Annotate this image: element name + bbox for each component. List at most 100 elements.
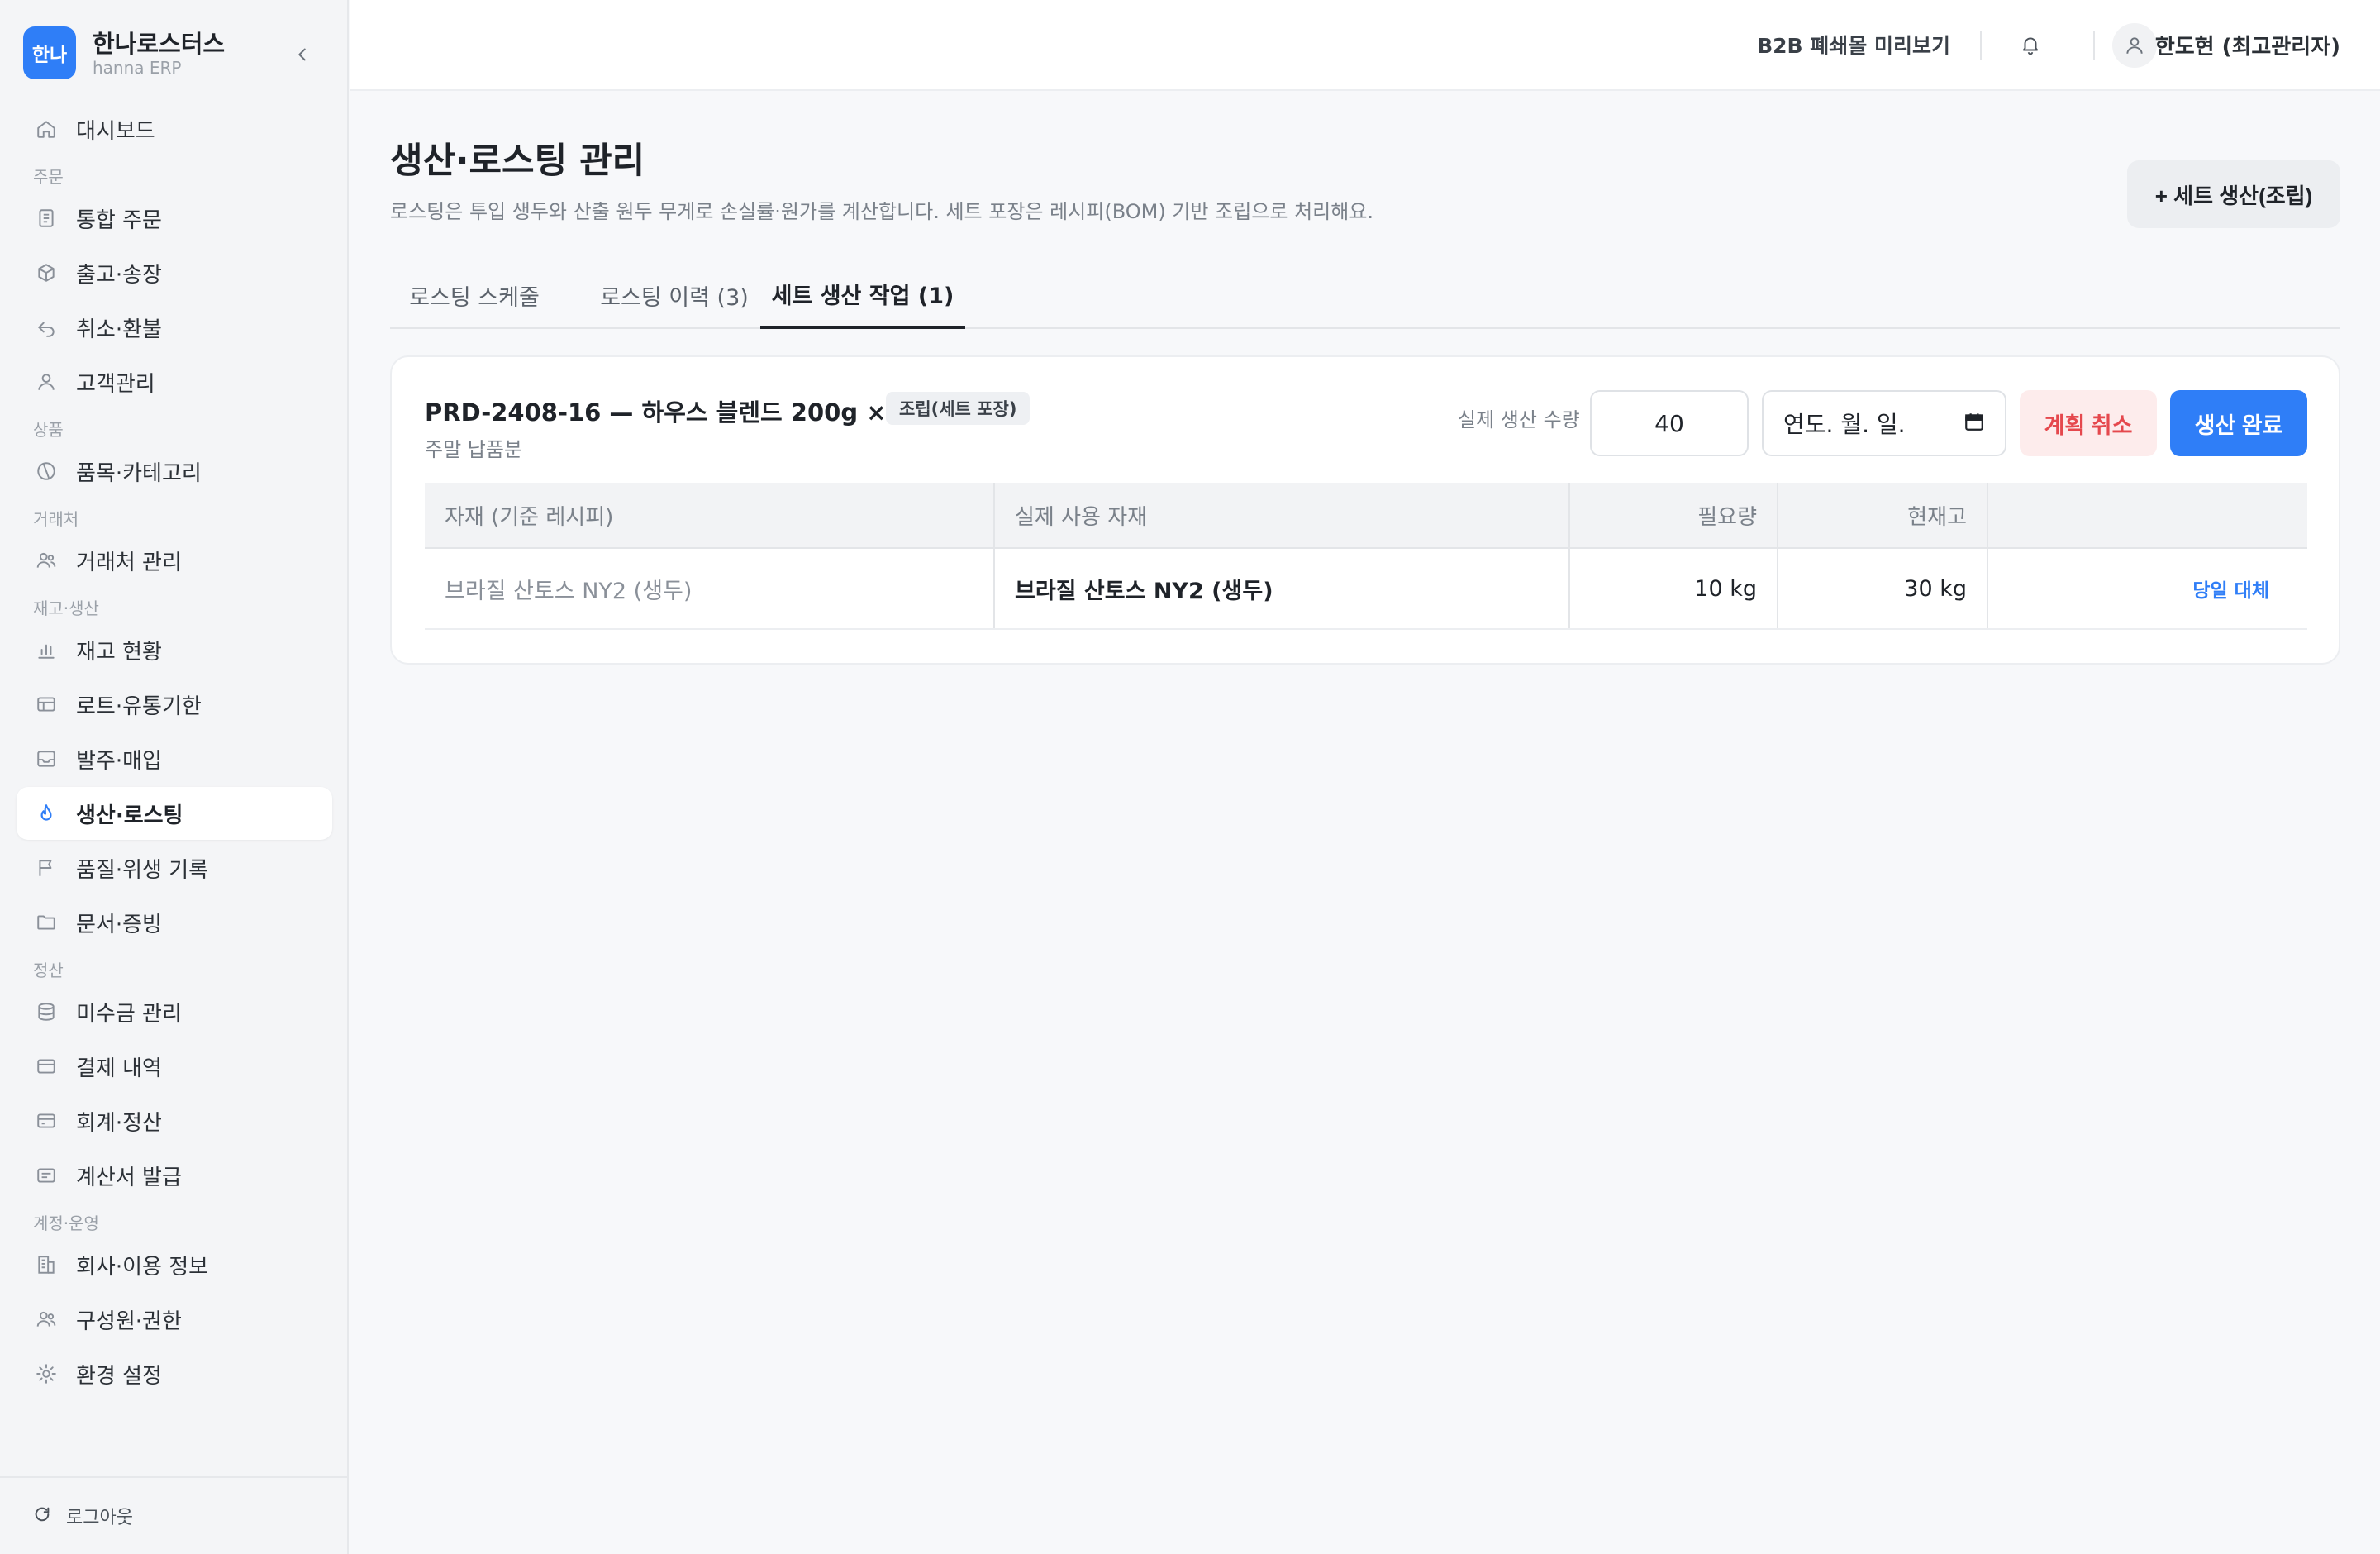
sidebar-item-label: 회계·정산 [76,1110,162,1136]
logout-label: 로그아웃 [66,1508,133,1528]
sidebar-item-documents[interactable]: 문서·증빙 [17,896,332,949]
tab-roasting-schedule[interactable]: 로스팅 스케줄 [390,261,559,329]
sidebar-item-roasting[interactable]: 생산·로스팅 [17,787,332,840]
refresh-icon [33,1505,51,1527]
user-icon [2126,37,2143,54]
table-header: 자재 (기준 레시피) 실제 사용 자재 필요량 현재고 [425,483,2307,549]
date-placeholder: 연도. 월. 일. [1783,411,1906,438]
bell-icon [2022,37,2039,55]
user-name[interactable]: 한도현 (최고관리자) [2155,30,2340,60]
tab-roasting-history[interactable]: 로스팅 이력 (3) [572,261,777,329]
nav-section-inventory: 재고·생산 [33,598,99,618]
document-icon [35,207,58,230]
same-day-replace-link[interactable]: 당일 대체 [2192,574,2269,603]
brand-subtitle: hanna ERP [93,58,182,78]
undo-icon [35,316,58,339]
building-icon [35,1253,58,1276]
sidebar-item-label: 거래처 관리 [76,550,182,575]
sidebar-item-label: 미수금 관리 [76,1001,182,1027]
brand-logo: 한나 [23,26,76,79]
actual-material-cell: 브라질 산토스 NY2 (생두) [995,549,1570,628]
sidebar-item-payments[interactable]: 결제 내역 [17,1040,332,1093]
sidebar-item-label: 결제 내역 [76,1056,162,1081]
production-date-input[interactable]: 연도. 월. 일. [1762,390,2006,456]
sidebar: 한나 한나로스터스 hanna ERP 대시보드 주문 통합 주문 출고·송장 … [0,0,349,1554]
table-icon [35,693,58,716]
notification-button[interactable] [2016,30,2045,60]
chevron-left-icon [298,48,306,61]
collapse-sidebar-button[interactable] [286,38,319,71]
sidebar-item-orders[interactable]: 통합 주문 [17,192,332,245]
inbox-icon [35,747,58,770]
divider [2093,31,2095,60]
users-icon [35,549,58,572]
sidebar-item-label: 환경 설정 [76,1363,162,1389]
page-title: 생산·로스팅 관리 [390,141,645,182]
home-icon [35,117,58,141]
avatar[interactable] [2112,23,2157,68]
card-icon [35,1055,58,1078]
sidebar-item-shipping[interactable]: 출고·송장 [17,246,332,299]
sidebar-item-products[interactable]: 품목·카테고리 [17,445,332,498]
brand[interactable]: 한나 한나로스터스 hanna ERP [23,25,329,79]
sidebar-item-label: 취소·환불 [76,317,162,342]
sidebar-item-customers[interactable]: 고객관리 [17,355,332,408]
actual-qty-input[interactable] [1590,390,1749,456]
nav-section-account: 계정·운영 [33,1213,99,1233]
sidebar-item-company[interactable]: 회사·이용 정보 [17,1238,332,1291]
job-note: 주말 납품분 [425,438,523,461]
sidebar-item-label: 문서·증빙 [76,912,162,937]
sidebar-item-stock[interactable]: 재고 현황 [17,623,332,676]
topbar: B2B 폐쇄몰 미리보기 한도현 (최고관리자) [350,0,2380,91]
wallet-icon [35,1109,58,1132]
materials-table: 자재 (기준 레시피) 실제 사용 자재 필요량 현재고 브라질 산토스 NY2… [425,483,2307,630]
stock-cell: 30 kg [1778,549,1988,628]
sidebar-item-label: 발주·매입 [76,748,162,774]
sidebar-item-lots[interactable]: 로트·유통기한 [17,678,332,731]
sidebar-item-invoices[interactable]: 계산서 발급 [17,1149,332,1202]
sidebar-item-refunds[interactable]: 취소·환불 [17,301,332,354]
sidebar-item-purchase[interactable]: 발주·매입 [17,732,332,785]
job-type-badge: 조립(세트 포장) [886,392,1031,425]
production-job-card: PRD-2408-16 — 하우스 블렌드 200g ×40 조립(세트 포장)… [390,355,2340,665]
sidebar-item-label: 로트·유통기한 [76,694,202,719]
tab-set-production[interactable]: 세트 생산 작업 (1) [760,261,965,329]
calendar-icon[interactable] [1963,411,1985,436]
cancel-plan-button[interactable]: 계획 취소 [2020,390,2157,456]
sidebar-item-accounting[interactable]: 회계·정산 [17,1094,332,1147]
sidebar-item-members[interactable]: 구성원·권한 [17,1293,332,1346]
sidebar-item-label: 고객관리 [76,371,155,397]
sidebar-item-label: 재고 현황 [76,639,162,665]
sidebar-item-label: 계산서 발급 [76,1165,182,1190]
sidebar-item-quality[interactable]: 품질·위생 기록 [17,841,332,894]
divider [1980,31,1982,60]
logout-button[interactable]: 로그아웃 [0,1476,347,1554]
actual-qty-label: 실제 생산 수량 [1458,408,1580,431]
user-icon [35,370,58,393]
team-icon [35,1308,58,1331]
sidebar-item-label: 생산·로스팅 [76,803,183,828]
table-row: 브라질 산토스 NY2 (생두) 브라질 산토스 NY2 (생두) 10 kg … [425,549,2307,630]
sidebar-item-settings[interactable]: 환경 설정 [17,1347,332,1400]
sidebar-item-receivables[interactable]: 미수금 관리 [17,985,332,1038]
tab-bar: 로스팅 스케줄 로스팅 이력 (3) 세트 생산 작업 (1) [390,261,2340,329]
bar-chart-icon [35,638,58,661]
nav-section-product: 상품 [33,420,64,440]
brand-name: 한나로스터스 [93,30,226,58]
b2b-preview-link[interactable]: B2B 폐쇄몰 미리보기 [1757,30,1950,60]
sidebar-item-label: 품목·카테고리 [76,460,202,486]
nav-section-order: 주문 [33,167,64,187]
sidebar-item-dashboard[interactable]: 대시보드 [17,102,332,155]
new-set-production-button[interactable]: + 세트 생산(조립) [2127,160,2340,228]
col-actual-material: 실제 사용 자재 [995,483,1570,547]
base-material-cell: 브라질 산토스 NY2 (생두) [425,549,995,628]
complete-production-button[interactable]: 생산 완료 [2170,390,2307,456]
col-stock: 현재고 [1778,483,1988,547]
box-icon [35,261,58,284]
database-icon [35,1000,58,1023]
sidebar-item-label: 구성원·권한 [76,1309,182,1334]
flame-icon [35,802,58,825]
tag-icon [35,460,58,483]
sidebar-item-partners[interactable]: 거래처 관리 [17,534,332,587]
folder-icon [35,911,58,934]
